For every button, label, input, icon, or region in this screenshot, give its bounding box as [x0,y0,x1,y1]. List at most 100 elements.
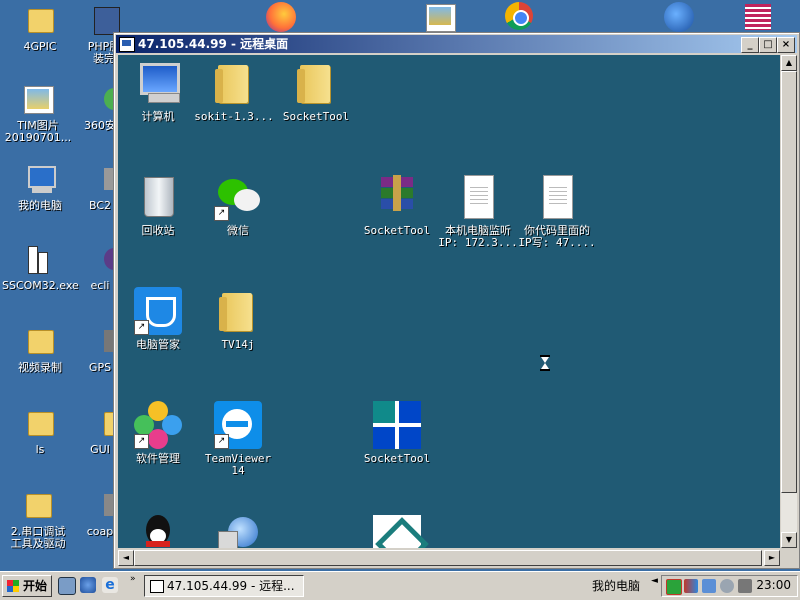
remote-icon-sockettool-app[interactable]: SocketTool [357,401,437,465]
settings-icon[interactable] [720,579,734,593]
desktop-icon-label: SocketTool [363,452,431,465]
desktop-icon-label: GPS [88,361,112,374]
globe-icon[interactable] [664,2,694,32]
desktop-icon-tim-image[interactable]: TIM图片 20190701... [2,84,74,144]
wechat-icon: ↗ [214,173,262,221]
recycle-bin-icon [134,173,182,221]
desktop-icon-gui[interactable]: GUI [84,408,116,456]
desktop-icon-video-recording[interactable]: 视频录制 [4,326,76,374]
desktop-icon-label: 我的电脑 [18,199,62,212]
start-button[interactable]: 开始 [2,575,52,597]
scroll-down-button[interactable]: ▼ [781,532,797,548]
network-connection-icon[interactable] [702,579,716,593]
remote-icon-ip-note-1[interactable]: 本机电脑监听 IP: 172.3... [438,173,518,249]
minimize-button[interactable]: _ [741,37,759,53]
desktop-icon-label: 软件管理 [136,452,180,465]
user-icon[interactable] [80,577,96,593]
scroll-right-button[interactable]: ► [764,550,780,566]
desktop-icon-label: coap [86,525,114,538]
desktop-toolbar-label[interactable]: 我的电脑 [592,577,640,594]
app-icon [84,164,116,196]
volume-icon[interactable] [738,579,752,593]
app-icon[interactable] [745,4,771,30]
desktop-icon-label: SocketTool [282,110,350,123]
text-document-icon [454,173,502,221]
remote-icon-qq[interactable] [118,515,198,548]
remote-icon-app[interactable] [357,515,437,548]
remote-icon-ip-note-2[interactable]: 你代码里面的 IP写: 47.... [517,173,597,249]
clock[interactable]: 23:00 [756,578,791,592]
remote-icon-network[interactable] [198,515,278,548]
scroll-up-button[interactable]: ▲ [781,55,797,71]
desktop-icon-bc2[interactable]: BC2 [84,164,116,212]
vertical-scroll-thumb[interactable] [781,71,797,493]
folder-icon [210,59,258,107]
image-icon[interactable] [426,4,456,32]
toolbar-arrow-icon[interactable]: ◄ [651,576,658,586]
desktop-icon-gps[interactable]: GPS [84,326,116,374]
explorer-icon[interactable] [58,577,76,595]
remote-icon-recycle-bin[interactable]: 回收站 [118,173,198,237]
quicklaunch-chevron-icon[interactable]: » [130,574,136,584]
desktop-icon-label: sokit-1.3... [194,110,274,123]
remote-icon-computer[interactable]: 计算机 [118,59,198,123]
desktop-icon-serial-debug-tools[interactable]: 2.串口调试 工具及驱动 [2,490,74,550]
desktop-icon-coap[interactable]: coap [84,490,116,538]
security-icon [84,84,116,116]
chrome-icon[interactable] [505,2,533,30]
remote-icon-wechat[interactable]: ↗ 微信 [198,173,278,237]
taskbar-item-remote-desktop[interactable]: 47.105.44.99 - 远程... [144,575,304,597]
eclipse-icon [84,244,116,276]
shortcut-arrow-icon: ↗ [134,320,149,335]
desktop-icon-label: 4GPIC [23,40,57,53]
computer-icon [24,164,56,196]
rdp-titlebar[interactable]: 47.105.44.99 - 远程桌面 _ □ × [116,35,797,53]
desktop-icon-label: 本机电脑监听 IP: 172.3... [438,224,518,249]
desktop-icon-360[interactable]: 360安 [84,84,116,132]
remote-icon-tv14j[interactable]: TV14j [198,287,278,351]
internet-explorer-icon[interactable]: e [102,577,118,593]
desktop-icon-label: 计算机 [141,110,175,123]
scroll-left-button[interactable]: ◄ [118,550,134,566]
remote-icon-sokit[interactable]: sokit-1.3... [194,59,274,123]
remote-desktop-window[interactable]: 47.105.44.99 - 远程桌面 _ □ × 计算机 sokit-1.3.… [113,32,800,569]
chart-icon[interactable] [684,579,698,593]
desktop-icon-label: BC2 [88,199,112,212]
start-label: 开始 [23,579,48,593]
desktop-icon-label: 你代码里面的 IP写: 47.... [518,224,596,249]
horizontal-scrollbar[interactable]: ◄ ► [118,550,780,566]
remote-icon-pc-manager[interactable]: ↗ 电脑管家 [118,287,198,351]
desktop-icon-4gpic[interactable]: 4GPIC [4,5,76,53]
desktop-icon-label: 微信 [227,224,249,237]
vertical-scrollbar[interactable]: ▲ ▼ [781,55,797,548]
rdp-window-title: 47.105.44.99 - 远程桌面 [138,37,289,51]
desktop-icon-sscom32[interactable]: SSCOM32.exe [2,244,79,292]
desktop-icon-eclipse[interactable]: ecli [84,244,116,292]
firefox-icon[interactable] [266,2,296,32]
remote-icon-teamviewer[interactable]: ↗ TeamViewer 14 [198,401,278,477]
maximize-button[interactable]: □ [759,37,777,53]
folder-icon [24,5,56,37]
remote-desktop-icon [119,37,135,52]
desktop-icon-ls[interactable]: ls [4,408,76,456]
network-icon [214,515,262,548]
windows-logo-icon [7,580,19,592]
network-monitor-icon[interactable] [666,579,682,595]
remote-desktop-screen[interactable]: 计算机 sokit-1.3... SocketTool 回收站 ↗ 微信 Soc… [118,55,780,548]
desktop-icon-label: GUI [90,443,110,456]
app-icon [84,326,116,358]
remote-icon-sockettool-folder[interactable]: SocketTool [276,59,356,123]
close-button[interactable]: × [777,37,795,53]
horizontal-scroll-thumb[interactable] [134,550,762,566]
serial-tool-icon [22,244,54,276]
desktop-icon-label: ls [35,443,45,456]
desktop-icon-label: TeamViewer 14 [204,452,272,477]
desktop-icon-label: 2.串口调试 工具及驱动 [10,525,66,550]
sockettool-app-icon [373,401,421,449]
shortcut-arrow-icon: ↗ [214,434,229,449]
desktop-icon-label: SocketTool [363,224,431,237]
remote-icon-sockettool-archive[interactable]: SocketTool [357,173,437,237]
desktop-icon-my-computer[interactable]: 我的电脑 [4,164,76,212]
remote-icon-software-manager[interactable]: ↗ 软件管理 [118,401,198,465]
teamviewer-icon: ↗ [214,401,262,449]
